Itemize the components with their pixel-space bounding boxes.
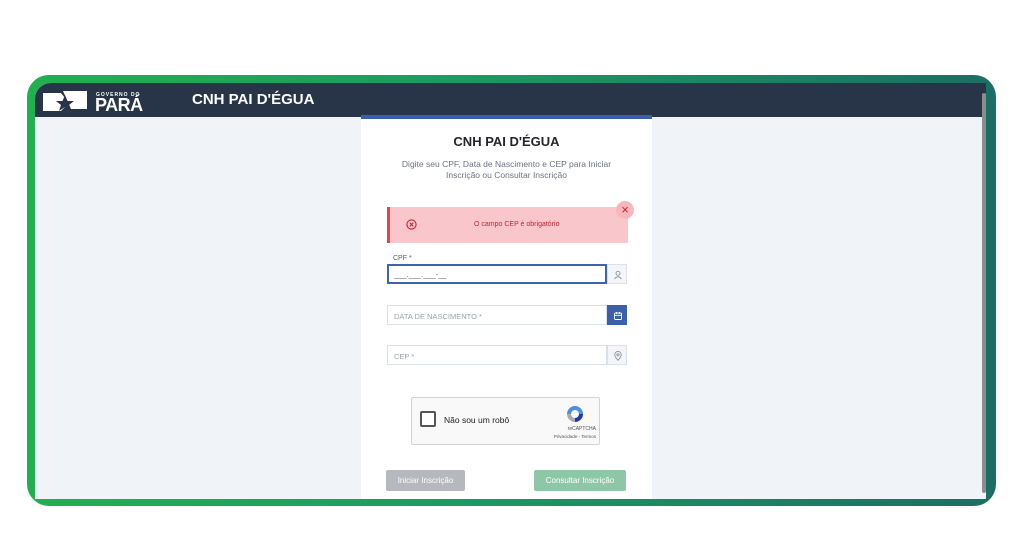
map-pin-icon [614,351,622,361]
cep-input[interactable]: CEP * [387,345,607,365]
browser-screen: GOVERNO DO PARÁ CNH PAI D'ÉGUA CNH PAI D… [35,83,986,499]
recaptcha-links[interactable]: Privacidade - Termos [537,434,596,439]
alert-message: O campo CEP é obrigatório [474,221,560,228]
cep-addon [607,345,627,365]
device-frame: GOVERNO DO PARÁ CNH PAI D'ÉGUA CNH PAI D… [27,75,996,506]
government-logo[interactable]: GOVERNO DO PARÁ [43,87,143,115]
star-flag-icon [43,91,87,111]
card-title: CNH PAI D'ÉGUA [453,134,560,149]
recaptcha-brand: reCAPTCHA [567,426,596,432]
start-registration-button[interactable]: Iniciar Inscrição [386,470,465,491]
calendar-icon [614,312,622,320]
scrollbar[interactable] [982,93,986,493]
recaptcha-label: Não sou um robô [444,415,510,425]
consult-registration-button[interactable]: Consultar Inscrição [534,470,626,491]
logo-title: PARÁ [95,95,143,115]
alert-close-button[interactable]: × [616,201,634,219]
top-navbar: GOVERNO DO PARÁ CNH PAI D'ÉGUA [35,83,986,117]
error-alert: O campo CEP é obrigatório [387,207,628,243]
app-title: CNH PAI D'ÉGUA [192,91,315,108]
circle-x-icon [406,219,417,230]
login-card: CNH PAI D'ÉGUA Digite seu CPF, Data de N… [361,115,652,499]
cpf-addon [607,264,627,284]
card-description: Digite seu CPF, Data de Nascimento e CEP… [401,159,612,180]
cpf-label: CPF * [393,255,412,262]
recaptcha-widget: Não sou um robô reCAPTCHA Privacidade - … [411,397,600,445]
calendar-button[interactable] [607,305,627,325]
recaptcha-icon [567,406,583,422]
recaptcha-checkbox[interactable] [420,411,436,427]
user-icon [614,270,622,280]
cpf-input[interactable]: ___.___.___-__ [387,264,607,284]
birth-date-input[interactable]: DATA DE NASCIMENTO * [387,305,607,325]
